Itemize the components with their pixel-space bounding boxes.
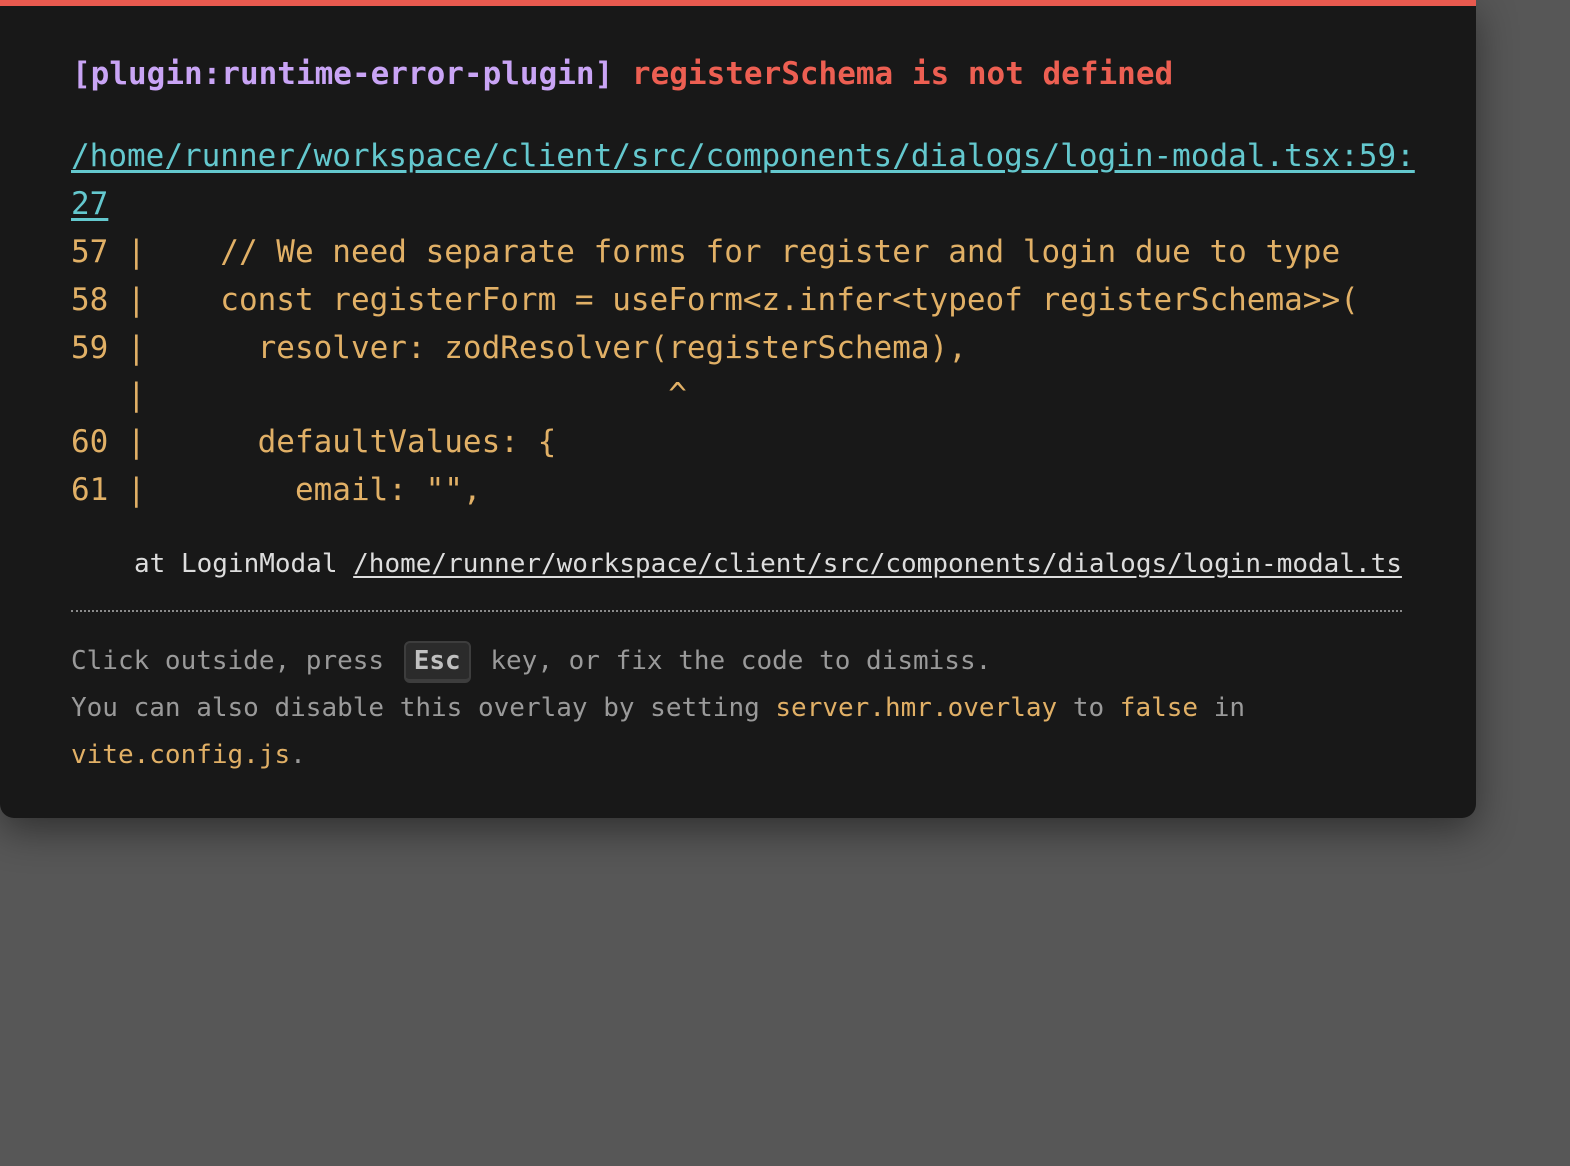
tip-text: in — [1198, 693, 1246, 723]
stack-trace: at LoginModal /home/runner/workspace/cli… — [134, 546, 1402, 582]
tip-text: . — [290, 740, 306, 770]
code-frame-line: 60 | defaultValues: { — [71, 424, 557, 460]
config-file: vite.config.js — [71, 740, 291, 770]
divider — [71, 610, 1402, 612]
config-key: server.hmr.overlay — [775, 693, 1058, 723]
code-frame-line: 58 | const registerForm = useForm<z.infe… — [71, 282, 1359, 318]
tip-text: Click outside, press — [71, 646, 400, 676]
error-file-link[interactable]: /home/runner/workspace/client/src/compon… — [71, 132, 1416, 228]
tip-text: to — [1057, 693, 1120, 723]
code-frame-line: 57 | // We need separate forms for regis… — [71, 234, 1341, 270]
tip-line-2: You can also disable this overlay by set… — [71, 685, 1411, 732]
esc-key-badge: Esc — [403, 641, 471, 683]
tip-line-1: Click outside, press Esc key, or fix the… — [71, 638, 1411, 685]
error-overlay-window: [plugin:runtime-error-plugin] registerSc… — [0, 0, 1476, 818]
code-frame: 57 | // We need separate forms for regis… — [71, 228, 1359, 514]
stack-file-link[interactable]: /home/runner/workspace/client/src/compon… — [353, 549, 1402, 579]
error-text: registerSchema is not defined — [631, 56, 1174, 92]
tip-text: You can also disable this overlay by set… — [71, 693, 776, 723]
config-value: false — [1119, 693, 1199, 723]
code-frame-caret-line: | ^ — [71, 377, 687, 413]
tip-line-3: vite.config.js. — [71, 732, 1411, 779]
code-frame-line: 61 | email: "", — [71, 472, 482, 508]
stack-prefix: at LoginModal — [134, 549, 354, 579]
tip-text: key, or fix the code to dismiss. — [474, 646, 992, 676]
error-message: [plugin:runtime-error-plugin] registerSc… — [72, 54, 1173, 94]
code-frame-line: 59 | resolver: zodResolver(registerSchem… — [71, 330, 967, 366]
dismiss-tip: Click outside, press Esc key, or fix the… — [71, 638, 1411, 779]
plugin-tag: [plugin:runtime-error-plugin] — [72, 56, 614, 92]
